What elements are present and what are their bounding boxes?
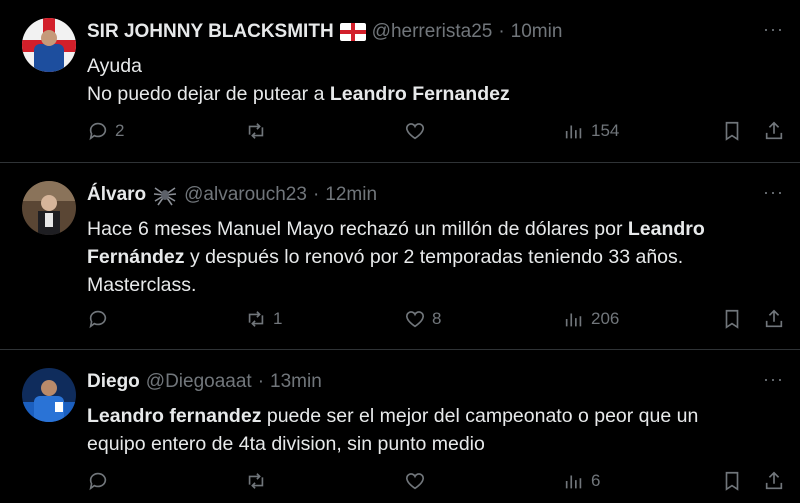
tweet[interactable]: Diego @Diegoaaat · 13min Leandro fernand…	[0, 350, 800, 503]
reply-button[interactable]	[87, 308, 115, 330]
avatar[interactable]	[22, 368, 76, 422]
author-name[interactable]: Diego	[87, 371, 140, 393]
text-span: Hace 6 meses Manuel Mayo rechazó un mill…	[87, 218, 628, 240]
tweet-header: Diego @Diegoaaat · 13min	[87, 368, 782, 396]
separator-dot: ·	[312, 184, 320, 205]
retweet-icon	[248, 311, 264, 327]
retweet-count: 1	[273, 309, 283, 328]
views-button[interactable]: 6	[563, 470, 600, 492]
author-handle[interactable]: @Diegoaaat	[146, 371, 252, 393]
tweet-header: Álvaro @alvarouch23 · 12min	[87, 181, 782, 209]
share-icon	[765, 121, 783, 140]
england-flag-icon	[339, 23, 366, 41]
timestamp[interactable]: 10min	[511, 21, 563, 43]
spider-icon	[152, 184, 178, 206]
bookmark-button[interactable]	[721, 308, 743, 330]
mention-text: Leandro	[627, 218, 705, 240]
views-button[interactable]: 154	[563, 120, 619, 142]
view-count: 154	[591, 121, 620, 140]
share-icon	[765, 309, 783, 328]
text-span: No puedo dejar de putear a	[87, 83, 330, 105]
author-handle[interactable]: @herrerista25	[372, 21, 493, 43]
tweet-text-line: Ayuda	[87, 52, 782, 80]
heart-icon	[405, 123, 425, 140]
bookmark-icon	[725, 471, 739, 491]
text-span: equipo entero de 4ta division, sin punto…	[87, 433, 485, 455]
share-button[interactable]	[763, 308, 785, 330]
like-button[interactable]	[404, 120, 432, 142]
tweet-text-line: No puedo dejar de putear a Leandro Ferna…	[87, 80, 782, 108]
bookmark-icon	[725, 121, 739, 141]
text-span: y después lo renovó por 2 temporadas ten…	[184, 246, 684, 268]
tweet-text: Hace 6 meses Manuel Mayo rechazó un mill…	[87, 215, 782, 299]
action-bar: 1 8 206	[87, 308, 785, 334]
retweet-button[interactable]	[245, 470, 273, 492]
tweet-text-line: equipo entero de 4ta division, sin punto…	[87, 430, 782, 458]
tweet-text: Leandro fernandez puede ser el mejor del…	[87, 402, 782, 458]
like-button[interactable]	[404, 470, 432, 492]
view-count: 6	[591, 471, 601, 490]
retweet-icon	[248, 123, 264, 139]
author-name[interactable]: Álvaro	[87, 184, 146, 206]
reply-button[interactable]	[87, 470, 115, 492]
tweet[interactable]: SIR JOHNNY BLACKSMITH @herrerista25 · 10…	[0, 0, 800, 162]
tweet-text-line: Fernández y después lo renovó por 2 temp…	[87, 243, 782, 271]
tweet-text: Ayuda No puedo dejar de putear a Leandro…	[87, 52, 782, 108]
reply-icon	[89, 472, 107, 491]
retweet-icon	[248, 473, 264, 489]
heart-icon	[405, 473, 425, 490]
separator-dot: ·	[498, 21, 505, 42]
share-button[interactable]	[763, 470, 785, 492]
like-button[interactable]: 8	[404, 308, 441, 330]
tweet-text-line: Masterclass.	[87, 271, 782, 299]
more-options-icon[interactable]: ···	[763, 20, 784, 38]
view-count: 206	[591, 309, 620, 328]
avatar[interactable]	[22, 18, 76, 72]
text-span: Ayuda	[87, 55, 142, 77]
avatar[interactable]	[22, 181, 76, 235]
text-span: puede ser el mejor del campeonato o peor…	[261, 405, 699, 427]
action-bar: 2 154	[87, 120, 785, 146]
action-bar: 6	[87, 470, 785, 496]
like-count: 8	[432, 309, 442, 328]
views-icon	[565, 313, 582, 327]
tweet[interactable]: Álvaro @alvarouch23 · 12min Hace 6 meses…	[0, 163, 800, 349]
more-options-icon[interactable]: ···	[763, 370, 784, 388]
reply-button[interactable]: 2	[87, 120, 124, 142]
separator-dot: ·	[257, 371, 265, 392]
heart-icon	[405, 311, 425, 328]
mention-text: Fernández	[87, 246, 185, 268]
mention-text: Leandro Fernandez	[329, 83, 510, 105]
reply-icon	[89, 122, 107, 141]
reply-count: 2	[115, 121, 125, 140]
views-button[interactable]: 206	[563, 308, 619, 330]
retweet-button[interactable]: 1	[245, 308, 282, 330]
views-icon	[565, 125, 582, 139]
bookmark-icon	[725, 309, 739, 329]
views-icon	[565, 475, 582, 489]
share-icon	[765, 471, 783, 490]
tweet-text-line: Leandro fernandez puede ser el mejor del…	[87, 402, 782, 430]
reply-icon	[89, 310, 107, 329]
timestamp[interactable]: 13min	[270, 371, 322, 393]
retweet-button[interactable]	[245, 120, 273, 142]
mention-text: Leandro fernandez	[87, 405, 262, 427]
timeline-feed: SIR JOHNNY BLACKSMITH @herrerista25 · 10…	[0, 0, 800, 503]
text-span: Masterclass.	[87, 274, 197, 296]
bookmark-button[interactable]	[721, 470, 743, 492]
tweet-text-line: Hace 6 meses Manuel Mayo rechazó un mill…	[87, 215, 782, 243]
more-options-icon[interactable]: ···	[763, 183, 784, 201]
timestamp[interactable]: 12min	[325, 184, 377, 206]
author-handle[interactable]: @alvarouch23	[184, 184, 307, 206]
tweet-header: SIR JOHNNY BLACKSMITH @herrerista25 · 10…	[87, 18, 782, 46]
share-button[interactable]	[763, 120, 785, 142]
bookmark-button[interactable]	[721, 120, 743, 142]
author-name[interactable]: SIR JOHNNY BLACKSMITH	[87, 21, 334, 43]
